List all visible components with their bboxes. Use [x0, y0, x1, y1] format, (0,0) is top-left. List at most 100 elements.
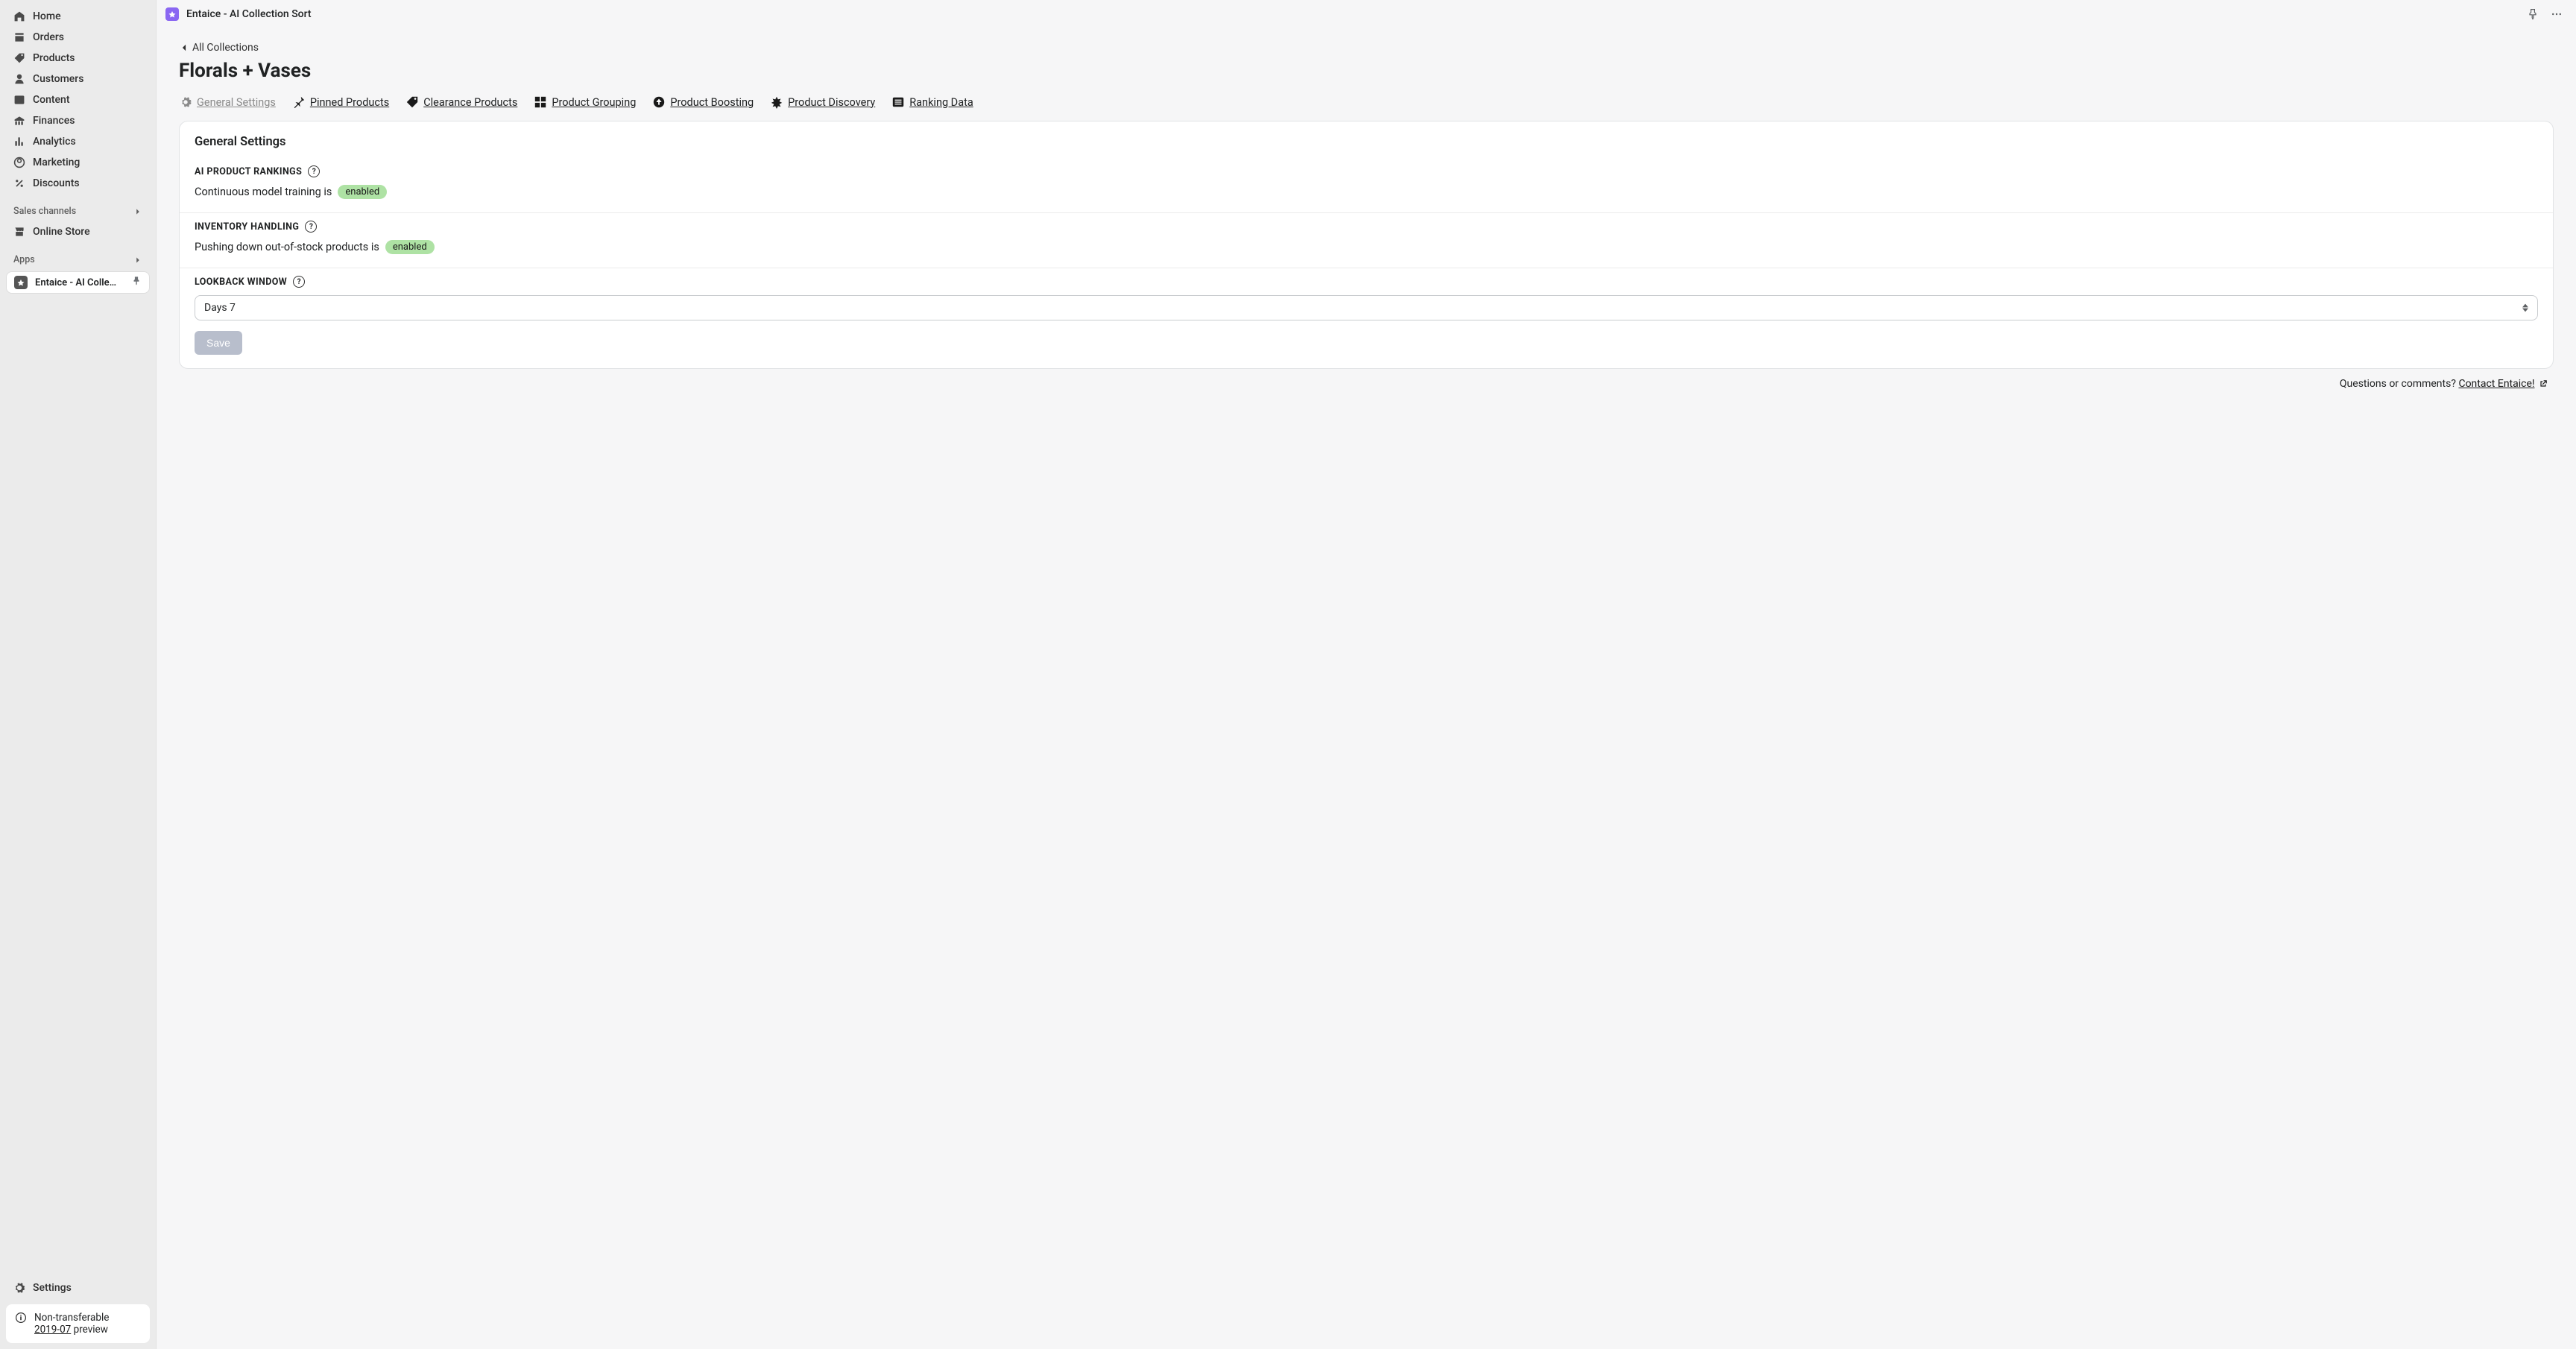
sales-channels-header[interactable]: Sales channels: [6, 194, 150, 221]
nav-label: Home: [33, 10, 61, 22]
nav-settings[interactable]: Settings: [6, 1277, 150, 1298]
nav-orders[interactable]: Orders: [6, 27, 150, 48]
help-icon[interactable]: ?: [305, 221, 317, 233]
gear-icon: [13, 1282, 25, 1294]
setting-inventory: INVENTORY HANDLING ? Pushing down out-of…: [180, 213, 2553, 268]
footer: Questions or comments? Contact Entaice!: [179, 369, 2554, 391]
tag-icon: [405, 95, 419, 109]
app-entaice[interactable]: Entaice - AI Collection...: [6, 271, 150, 294]
setting-text: Continuous model training is: [195, 186, 332, 198]
nav-label: Orders: [33, 31, 64, 43]
nav-label: Customers: [33, 73, 83, 85]
nav-products[interactable]: Products: [6, 48, 150, 69]
preview-suffix: preview: [71, 1324, 108, 1336]
app-badge-icon: [165, 7, 179, 21]
channel-online-store[interactable]: Online Store: [6, 221, 150, 242]
finances-icon: [13, 115, 25, 127]
setting-label: INVENTORY HANDLING: [195, 221, 299, 233]
status-badge: enabled: [338, 185, 387, 199]
app-label: Entaice - AI Collection...: [35, 277, 117, 288]
breadcrumb-back[interactable]: All Collections: [179, 42, 259, 54]
tab-label: Product Boosting: [670, 96, 754, 109]
nav-label: Marketing: [33, 157, 80, 168]
nav-label: Content: [33, 94, 70, 106]
app-icon: [14, 276, 28, 289]
setting-label: LOOKBACK WINDOW: [195, 277, 287, 288]
settings-label: Settings: [33, 1282, 72, 1294]
card-title: General Settings: [180, 121, 2553, 158]
tab-pinned-products[interactable]: Pinned Products: [292, 95, 389, 109]
home-icon: [13, 10, 25, 22]
customers-icon: [13, 73, 25, 85]
discovery-icon: [770, 95, 783, 109]
channel-label: Online Store: [33, 226, 90, 238]
products-icon: [13, 52, 25, 64]
setting-text: Pushing down out-of-stock products is: [195, 241, 379, 253]
setting-lookback: LOOKBACK WINDOW ? Days 7 Save: [180, 268, 2553, 368]
orders-icon: [13, 31, 25, 43]
help-icon[interactable]: ?: [293, 276, 305, 288]
more-button[interactable]: [2549, 7, 2564, 22]
setting-label: AI PRODUCT RANKINGS: [195, 166, 302, 177]
tab-label: Product Discovery: [788, 96, 875, 109]
tab-clearance-products[interactable]: Clearance Products: [405, 95, 517, 109]
nav-label: Finances: [33, 115, 75, 127]
breadcrumb-label: All Collections: [192, 42, 259, 54]
chevron-left-icon: [179, 42, 189, 53]
apps-header[interactable]: Apps: [6, 242, 150, 270]
tab-product-grouping[interactable]: Product Grouping: [534, 95, 636, 109]
section-label: Apps: [13, 254, 35, 265]
help-icon[interactable]: ?: [308, 165, 320, 177]
lookback-select[interactable]: Days 7: [195, 295, 2538, 320]
tab-product-discovery[interactable]: Product Discovery: [770, 95, 875, 109]
sidebar: Home Orders Products Customers Content F…: [0, 0, 157, 1349]
nav-label: Analytics: [33, 136, 76, 148]
save-button[interactable]: Save: [195, 331, 242, 355]
topbar: Entaice - AI Collection Sort: [157, 0, 2576, 28]
tab-label: General Settings: [197, 96, 276, 109]
preview-notice: Non-transferable 2019-07 preview: [6, 1304, 150, 1343]
nav-label: Products: [33, 52, 75, 64]
grouping-icon: [534, 95, 547, 109]
tab-label: Product Grouping: [552, 96, 636, 109]
tab-general-settings[interactable]: General Settings: [179, 95, 276, 109]
pin-button[interactable]: [2525, 7, 2540, 22]
tab-label: Clearance Products: [423, 96, 517, 109]
discounts-icon: [13, 177, 25, 189]
page-title: Florals + Vases: [179, 60, 2554, 82]
pin-icon: [292, 95, 306, 109]
info-icon: [15, 1312, 27, 1327]
analytics-icon: [13, 136, 25, 148]
nav-analytics[interactable]: Analytics: [6, 131, 150, 152]
store-icon: [13, 226, 25, 238]
preview-line1: Non-transferable: [34, 1312, 109, 1324]
nav-finances[interactable]: Finances: [6, 110, 150, 131]
nav-content[interactable]: Content: [6, 89, 150, 110]
tab-label: Ranking Data: [909, 96, 973, 109]
content-icon: [13, 94, 25, 106]
status-badge: enabled: [385, 240, 435, 254]
topbar-title: Entaice - AI Collection Sort: [186, 8, 312, 20]
preview-version-link[interactable]: 2019-07: [34, 1324, 71, 1336]
nav-marketing[interactable]: Marketing: [6, 152, 150, 173]
select-value: Days 7: [204, 302, 236, 314]
tab-ranking-data[interactable]: Ranking Data: [891, 95, 973, 109]
tab-product-boosting[interactable]: Product Boosting: [652, 95, 754, 109]
tabs: General Settings Pinned Products Clearan…: [179, 95, 2554, 109]
section-label: Sales channels: [13, 206, 76, 217]
tab-label: Pinned Products: [310, 96, 389, 109]
setting-ai-rankings: AI PRODUCT RANKINGS ? Continuous model t…: [180, 158, 2553, 212]
nav-home[interactable]: Home: [6, 6, 150, 27]
pin-icon[interactable]: [131, 276, 142, 289]
nav-label: Discounts: [33, 177, 80, 189]
boost-icon: [652, 95, 666, 109]
nav-customers[interactable]: Customers: [6, 69, 150, 89]
nav-discounts[interactable]: Discounts: [6, 173, 150, 194]
settings-card: General Settings AI PRODUCT RANKINGS ? C…: [179, 121, 2554, 369]
list-icon: [891, 95, 905, 109]
chevron-right-icon: [133, 207, 142, 216]
select-arrows-icon: [2522, 303, 2528, 312]
external-link-icon: [2539, 379, 2548, 391]
contact-link[interactable]: Contact Entaice!: [2458, 378, 2534, 390]
footer-question: Questions or comments?: [2340, 378, 2459, 390]
